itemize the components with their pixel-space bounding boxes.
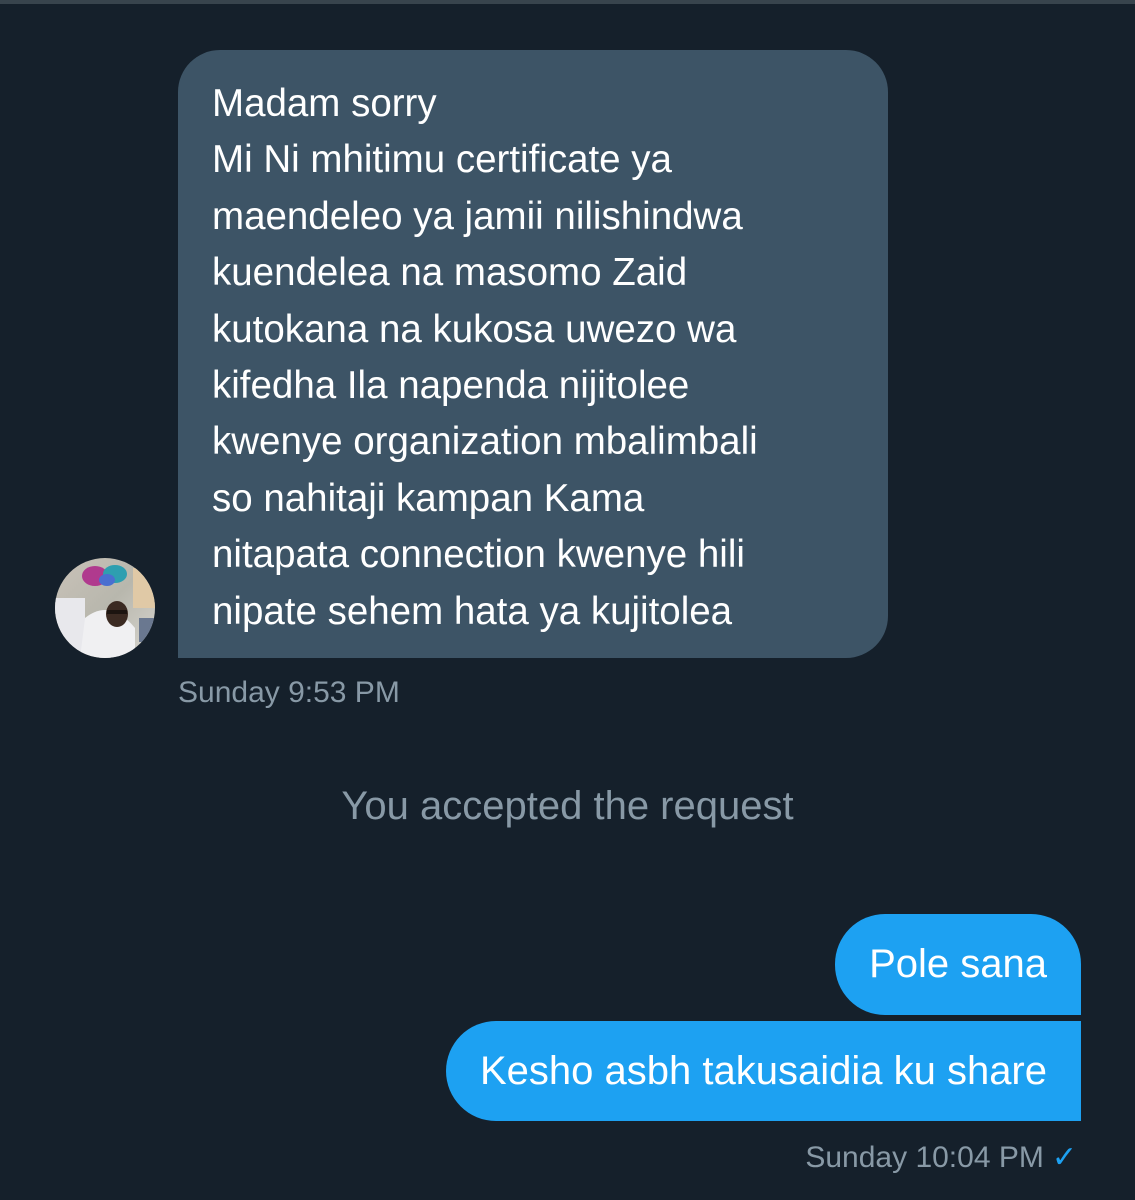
message-line: kutokana na kukosa uwezo wa bbox=[212, 307, 737, 351]
user-avatar-icon[interactable] bbox=[55, 558, 155, 658]
checkmark-icon: ✓ bbox=[1051, 1141, 1077, 1174]
outgoing-message-bubble[interactable]: Kesho asbh takusaidia ku share bbox=[445, 1021, 1081, 1121]
message-line: Madam sorry bbox=[212, 82, 437, 125]
top-divider bbox=[0, 0, 1135, 4]
message-line: kifedha Ila napenda nijitolee bbox=[212, 364, 690, 408]
outgoing-meta: Sunday 10:04 PM ✓ bbox=[805, 1138, 1077, 1178]
message-line: kuendelea na masomo Zaid bbox=[212, 251, 688, 295]
incoming-timestamp: Sunday 9:53 PM bbox=[178, 676, 400, 709]
message-line: nitapata connection kwenye hili bbox=[212, 533, 745, 577]
message-line: Mi Ni mhitimu certificate ya bbox=[212, 138, 672, 182]
message-line: maendeleo ya jamii nilishindwa bbox=[212, 194, 743, 238]
request-accepted-note: You accepted the request bbox=[341, 784, 794, 828]
message-line: nipate sehem hata ya kujitolea bbox=[212, 589, 733, 633]
outgoing-timestamp: Sunday 10:04 PM bbox=[805, 1141, 1044, 1174]
message-line: kwenye organization mbalimbali bbox=[212, 420, 758, 464]
message-line: so nahitaji kampan Kama bbox=[212, 476, 645, 520]
incoming-message-bubble[interactable]: Madam sorry Mi Ni mhitimu certificate ya… bbox=[178, 50, 888, 658]
outgoing-message-bubble[interactable]: Pole sana bbox=[835, 914, 1081, 1015]
